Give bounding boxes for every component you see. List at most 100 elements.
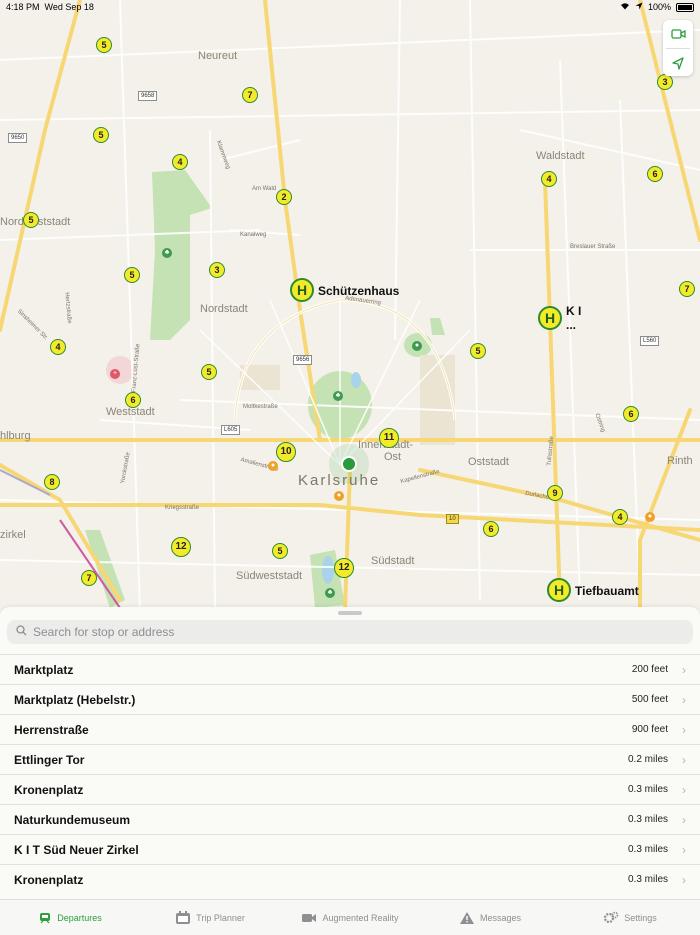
- food-icon: ●: [645, 512, 655, 522]
- battery-percent: 100%: [647, 2, 671, 12]
- route-shield-9658: 9658: [138, 91, 158, 101]
- chevron-right-icon: ›: [682, 783, 686, 797]
- line-badge[interactable]: 5: [124, 267, 140, 283]
- tab-trip-planner[interactable]: Trip Planner: [140, 900, 280, 935]
- stop-name: K I T Süd Neuer Zirkel: [14, 843, 139, 857]
- locate-me-button[interactable]: [663, 49, 693, 77]
- chevron-right-icon: ›: [682, 873, 686, 887]
- stop-distance: 0.3 miles: [627, 814, 668, 825]
- chevron-right-icon: ›: [682, 723, 686, 737]
- line-badge[interactable]: 3: [209, 262, 225, 278]
- line-badge[interactable]: 4: [612, 509, 628, 525]
- stop-distance: 0.3 miles: [627, 844, 668, 855]
- stop-label-kit: K I: [566, 304, 582, 318]
- stop-row[interactable]: Kronenplatz 0.3 miles ›: [0, 774, 700, 804]
- street-kriegsstrasse: Kriegsstraße: [165, 505, 200, 511]
- tab-settings[interactable]: Settings: [560, 900, 700, 935]
- sheet-grabber[interactable]: [338, 611, 362, 615]
- place-karlsruhe: Karlsruhe: [298, 472, 381, 489]
- zoo-icon: ●: [412, 341, 422, 351]
- stop-distance: 900 feet: [631, 724, 668, 735]
- place-oststadt: Oststadt: [468, 456, 509, 468]
- stop-name: Marktplatz (Hebelstr.): [14, 693, 136, 707]
- line-badge[interactable]: 4: [50, 339, 66, 355]
- tab-bar: Departures Trip Planner Augmented Realit…: [0, 899, 700, 935]
- stop-row[interactable]: K I T Süd Neuer Zirkel 0.3 miles ›: [0, 834, 700, 864]
- route-shield-l560: L560: [640, 336, 660, 346]
- line-badge[interactable]: 12: [171, 537, 191, 557]
- place-neureut: Neureut: [198, 50, 238, 62]
- wifi-icon: [620, 2, 630, 12]
- map-controls: [663, 20, 693, 76]
- line-badge[interactable]: 5: [96, 37, 112, 53]
- tab-label: Trip Planner: [196, 912, 245, 923]
- search-bar[interactable]: [7, 620, 693, 644]
- food-icon: ●: [268, 461, 278, 471]
- line-badge[interactable]: 6: [647, 166, 663, 182]
- stop-row[interactable]: Kronenplatz 0.3 miles ›: [0, 864, 700, 894]
- calendar-icon: [176, 910, 191, 924]
- stop-name: Kronenplatz: [14, 783, 84, 797]
- gear-icon: [604, 911, 619, 923]
- stop-label-kit-more: ...: [566, 318, 577, 332]
- stop-row[interactable]: Herrenstraße 900 feet ›: [0, 714, 700, 744]
- search-input[interactable]: [33, 625, 673, 639]
- warning-icon: [459, 911, 474, 924]
- tab-departures[interactable]: Departures: [0, 900, 140, 935]
- street-am-wald: Am Wald: [252, 186, 277, 192]
- tab-messages[interactable]: Messages: [420, 900, 560, 935]
- tab-label: Augmented Reality: [322, 912, 399, 923]
- status-time: 4:18 PM: [6, 2, 40, 12]
- stop-marker-schuetzenhaus[interactable]: H: [290, 278, 314, 302]
- line-badge[interactable]: 7: [242, 87, 258, 103]
- stop-row[interactable]: Naturkundemuseum 0.3 miles ›: [0, 804, 700, 834]
- line-badge[interactable]: 9: [547, 485, 563, 501]
- park-icon: ♣: [162, 248, 172, 258]
- map-view[interactable]: Neureut Waldstadt Nordweststadt Nordstad…: [0, 0, 700, 610]
- tab-label: Settings: [624, 912, 657, 923]
- place-nordstadt: Nordstadt: [200, 303, 248, 315]
- tab-augmented-reality[interactable]: Augmented Reality: [280, 900, 420, 935]
- line-badge[interactable]: 5: [201, 364, 217, 380]
- place-waldstadt: Waldstadt: [536, 150, 585, 162]
- line-badge[interactable]: 6: [125, 392, 141, 408]
- street-moltkestrasse: Moltkestraße: [243, 404, 278, 410]
- line-badge[interactable]: 6: [483, 521, 499, 537]
- line-badge[interactable]: 5: [93, 127, 109, 143]
- route-shield-9656: 9656: [293, 355, 313, 365]
- line-badge[interactable]: 10: [276, 442, 296, 462]
- line-badge[interactable]: 6: [623, 406, 639, 422]
- route-shield-l605: L605: [221, 425, 241, 435]
- status-date: Wed Sep 18: [44, 2, 94, 12]
- stop-marker-tiefbauamt[interactable]: H: [547, 578, 571, 602]
- line-badge[interactable]: 7: [679, 281, 695, 297]
- street-breslauer: Breslauer Straße: [570, 244, 616, 250]
- augmented-reality-button[interactable]: [663, 20, 693, 48]
- park-icon: ♣: [325, 588, 335, 598]
- hospital-icon: +: [110, 369, 120, 379]
- route-shield-9650: 9650: [8, 133, 28, 143]
- line-badge[interactable]: 4: [541, 171, 557, 187]
- line-badge[interactable]: 11: [379, 428, 399, 448]
- chevron-right-icon: ›: [682, 693, 686, 707]
- line-badge[interactable]: 7: [81, 570, 97, 586]
- line-badge[interactable]: 5: [470, 343, 486, 359]
- stop-row[interactable]: Marktplatz (Hebelstr.) 500 feet ›: [0, 684, 700, 714]
- stop-marker-kit[interactable]: H: [538, 306, 562, 330]
- place-rinth: Rinth: [667, 455, 693, 467]
- video-camera-icon: [671, 29, 686, 39]
- battery-icon: [676, 2, 694, 12]
- line-badge[interactable]: 12: [334, 558, 354, 578]
- line-badge[interactable]: 5: [23, 212, 39, 228]
- line-badge[interactable]: 8: [44, 474, 60, 490]
- food-icon: ●: [334, 491, 344, 501]
- current-location-dot: [341, 456, 357, 472]
- line-badge[interactable]: 2: [276, 189, 292, 205]
- stop-row[interactable]: Marktplatz 200 feet ›: [0, 654, 700, 684]
- line-badge[interactable]: 4: [172, 154, 188, 170]
- stop-label-schuetzenhaus: Schützenhaus: [318, 284, 400, 298]
- place-suedweststadt: Südweststadt: [236, 570, 303, 582]
- line-badge[interactable]: 5: [272, 543, 288, 559]
- place-innenstadt-ost-2: Ost: [384, 451, 402, 463]
- stop-row[interactable]: Ettlinger Tor 0.2 miles ›: [0, 744, 700, 774]
